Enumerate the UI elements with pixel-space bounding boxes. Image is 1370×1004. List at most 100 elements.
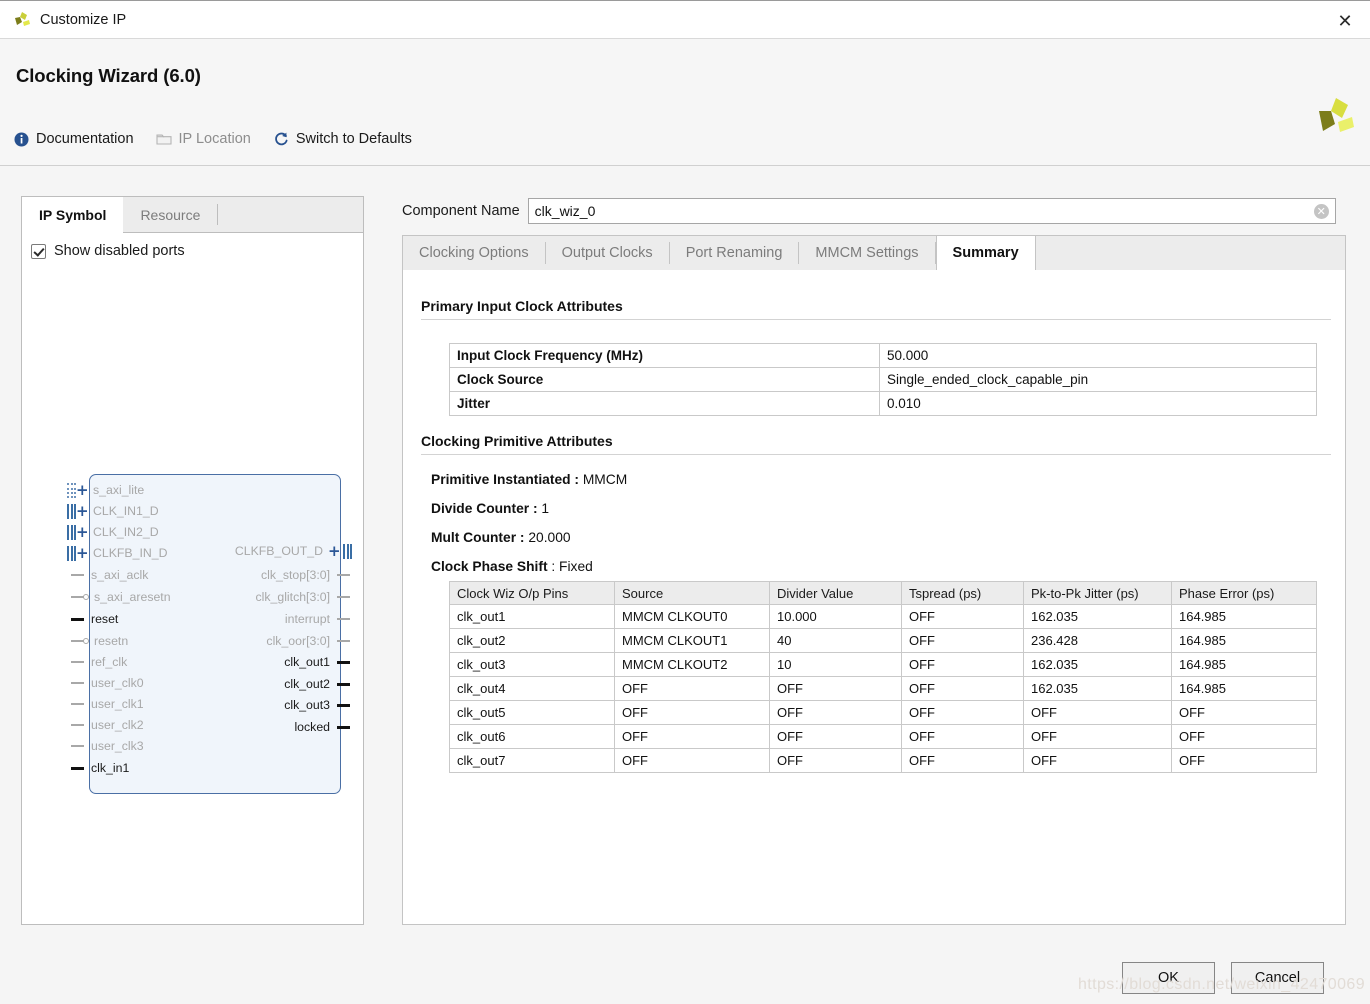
expand-plus-icon[interactable]: +	[76, 545, 89, 561]
cell-tspread: OFF	[901, 724, 1024, 749]
port-label: locked	[294, 720, 330, 734]
ip-symbol-body: Show disabled ports + s_axi_lite + CLK_I…	[22, 233, 363, 924]
xilinx-logo	[1312, 94, 1358, 140]
tab-label: Summary	[952, 245, 1019, 261]
table-row: clk_out2 MMCM CLKOUT1 40 OFF 236.428 164…	[449, 628, 1317, 653]
fact-value: 1	[541, 501, 550, 516]
port-clk_in1: clk_in1	[71, 760, 129, 776]
port-label: CLKFB_IN_D	[93, 546, 168, 560]
tab-ip-symbol[interactable]: IP Symbol	[22, 197, 124, 233]
primary-input-attributes-table: Input Clock Frequency (MHz) 50.000 Clock…	[449, 343, 1317, 416]
bus-connector-icon	[67, 545, 76, 561]
page-title: Clocking Wizard (6.0)	[16, 65, 201, 86]
pin-stub-icon	[71, 617, 84, 621]
table-row: clk_out1 MMCM CLKOUT0 10.000 OFF 162.035…	[449, 604, 1317, 629]
pin-stub-icon	[337, 682, 350, 686]
clear-circle-icon[interactable]: ✕	[1313, 204, 1329, 219]
tab-output-clocks[interactable]: Output Clocks	[546, 236, 669, 270]
switch-to-defaults-link[interactable]: Switch to Defaults	[273, 131, 412, 147]
port-clk_out2: clk_out2	[284, 676, 350, 692]
window-title: Customize IP	[40, 11, 127, 28]
port-label: user_clk0	[91, 676, 144, 690]
column-header: Clock Wiz O/p Pins	[449, 581, 615, 605]
port-label: s_axi_aresetn	[94, 590, 171, 604]
cell-divider: OFF	[769, 676, 902, 701]
close-icon[interactable]: ✕	[1334, 10, 1356, 32]
table-header-row: Clock Wiz O/p Pins Source Divider Value …	[449, 581, 1317, 605]
pin-stub-icon	[71, 660, 84, 664]
clocking-primitive-section: Clocking Primitive Attributes	[421, 433, 1331, 455]
port-label: s_axi_lite	[93, 483, 145, 497]
cell-phase: OFF	[1171, 724, 1317, 749]
table-row: clk_out6 OFF OFF OFF OFF OFF	[449, 724, 1317, 749]
fact-key: Clock Phase Shift	[431, 559, 548, 574]
table-row: Clock Source Single_ended_clock_capable_…	[449, 367, 1317, 392]
tab-resource-label: Resource	[140, 206, 201, 223]
ok-button[interactable]: OK	[1122, 962, 1215, 994]
cell-source: MMCM CLKOUT0	[614, 604, 770, 629]
pin-stub-icon	[337, 595, 350, 599]
port-label: clk_out1	[284, 655, 330, 669]
port-clk_glitch: clk_glitch[3:0]	[255, 589, 350, 605]
tab-label: MMCM Settings	[815, 245, 919, 261]
cell-divider: 10	[769, 652, 902, 677]
port-label: user_clk2	[91, 718, 144, 732]
expand-plus-icon[interactable]: +	[76, 503, 89, 519]
documentation-label: Documentation	[36, 131, 134, 147]
column-header: Tspread (ps)	[901, 581, 1024, 605]
fact-key: Divide Counter :	[431, 501, 538, 516]
component-name-input[interactable]	[527, 198, 1336, 224]
fact-mult-counter: Mult Counter : 20.000	[431, 530, 1345, 545]
checkbox-check-icon	[31, 243, 46, 259]
documentation-link[interactable]: Documentation	[14, 131, 134, 147]
port-CLK_IN1_D: + CLK_IN1_D	[67, 503, 159, 519]
fact-value: : Fixed	[551, 559, 593, 574]
tab-resource[interactable]: Resource	[123, 197, 217, 232]
pin-stub-icon	[337, 573, 350, 577]
port-label: user_clk3	[91, 739, 144, 753]
port-label: clk_in1	[91, 761, 130, 775]
cell-phase: OFF	[1171, 700, 1317, 725]
ip-block-symbol: + s_axi_lite + CLK_IN1_D + CLK_IN2_D + C…	[67, 471, 352, 801]
expand-plus-icon[interactable]: +	[328, 543, 341, 559]
pin-stub-icon	[71, 573, 84, 577]
ip-location-link[interactable]: IP Location	[155, 131, 251, 147]
show-disabled-ports-checkbox[interactable]: Show disabled ports	[31, 243, 185, 259]
port-clk_oor: clk_oor[3:0]	[266, 633, 350, 649]
tab-port-renaming[interactable]: Port Renaming	[670, 236, 799, 270]
pin-stub-icon	[337, 617, 350, 621]
expand-plus-icon[interactable]: +	[76, 482, 89, 498]
port-label: s_axi_aclk	[91, 568, 149, 582]
attr-key: Clock Source	[449, 367, 880, 392]
cell-phase: 164.985	[1171, 652, 1317, 677]
primary-input-clock-section: Primary Input Clock Attributes	[421, 298, 1331, 320]
tab-summary[interactable]: Summary	[935, 236, 1036, 271]
tab-label: Output Clocks	[561, 245, 653, 261]
tab-mmcm-settings[interactable]: MMCM Settings	[799, 236, 934, 270]
port-user_clk3: user_clk3	[71, 738, 144, 754]
left-panel-tabbar: IP Symbol Resource	[22, 197, 363, 233]
port-label: interrupt	[284, 612, 330, 626]
cancel-button[interactable]: Cancel	[1231, 962, 1324, 994]
cell-jitter: OFF	[1023, 700, 1172, 725]
expand-plus-icon[interactable]: +	[76, 524, 89, 540]
port-s_axi_aresetn: s_axi_aresetn	[71, 589, 171, 605]
window-titlebar: Customize IP ✕	[0, 0, 1370, 38]
component-name-label: Component Name	[402, 203, 520, 219]
clock-output-table: Clock Wiz O/p Pins Source Divider Value …	[449, 581, 1317, 773]
refresh-icon	[273, 131, 289, 147]
port-user_clk1: user_clk1	[71, 696, 144, 712]
cell-source: MMCM CLKOUT2	[614, 652, 770, 677]
attr-value: 0.010	[879, 391, 1317, 416]
port-label: CLKFB_OUT_D	[234, 544, 323, 558]
tab-clocking-options[interactable]: Clocking Options	[403, 236, 545, 270]
port-user_clk0: user_clk0	[71, 675, 144, 691]
component-name-row: Component Name ✕	[402, 198, 1336, 224]
cell-source: OFF	[614, 700, 770, 725]
port-clk_out3: clk_out3	[284, 697, 350, 713]
summary-content-panel: Primary Input Clock Attributes Input Clo…	[402, 270, 1346, 925]
xilinx-logo-icon	[12, 10, 32, 30]
port-CLKFB_OUT_D: CLKFB_OUT_D +	[235, 543, 352, 559]
port-label: ref_clk	[91, 655, 128, 669]
port-clk_out1: clk_out1	[284, 654, 350, 670]
